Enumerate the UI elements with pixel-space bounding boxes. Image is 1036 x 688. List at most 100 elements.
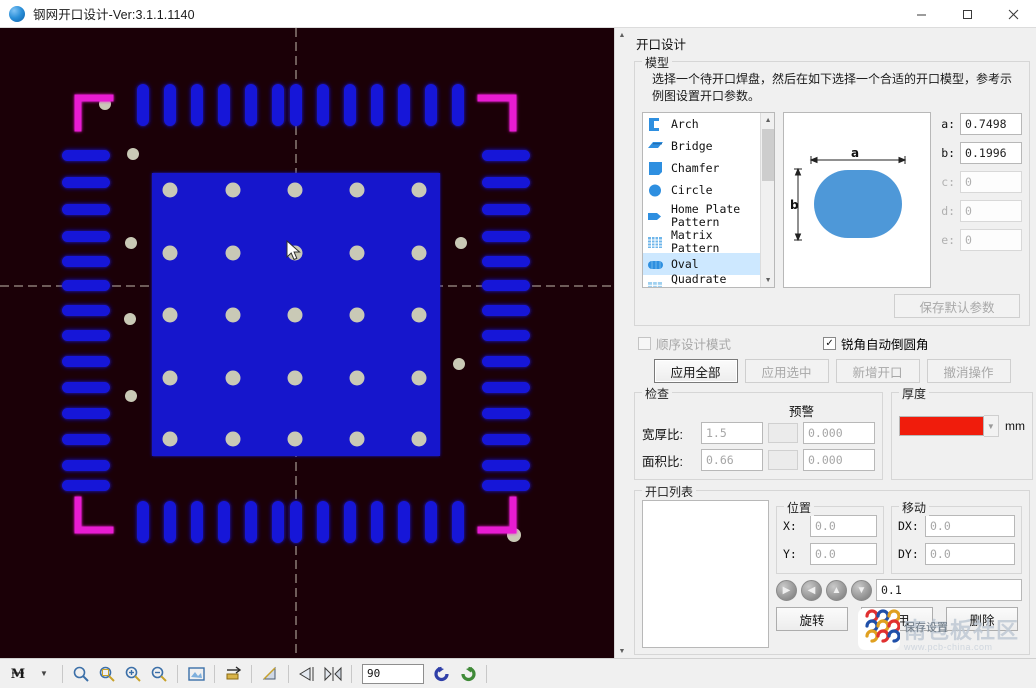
model-list-scrollbar[interactable]: ▲ ▼ [760, 113, 775, 287]
move-group-label: 移动 [899, 499, 930, 516]
sequence-mode-checkbox[interactable]: 顺序设计模式 [638, 334, 731, 353]
maximize-button[interactable] [944, 0, 990, 28]
model-scroll-thumb[interactable] [762, 129, 775, 181]
arrow-right-icon[interactable]: ▶ [776, 579, 797, 601]
model-item-quadrate-grid[interactable]: Quadrate Grid [643, 273, 760, 287]
minimize-button[interactable] [898, 0, 944, 28]
thickness-color-combo[interactable]: ▼ mm [899, 415, 1025, 437]
model-item-circle[interactable]: Circle [643, 179, 760, 201]
move-dy-row: DY: 0.0 [898, 543, 1015, 565]
width-thickness-value[interactable]: 1.5 [701, 422, 763, 444]
model-scroll-down-icon[interactable]: ▼ [761, 273, 775, 287]
check-row-width-thickness: 宽厚比: 1.5 0.000 [642, 422, 875, 444]
position-y-input[interactable]: 0.0 [810, 543, 877, 565]
apply-all-button[interactable]: 应用全部 [653, 359, 738, 383]
width-thickness-warn-value[interactable]: 0.000 [803, 422, 875, 444]
fit-view-icon[interactable] [184, 662, 208, 686]
delete-button[interactable]: 删除 [946, 607, 1018, 631]
arrow-down-icon[interactable]: ▼ [851, 579, 872, 601]
opening-list-group: 开口列表 位置 X: 0.0 Y: 0.0 移动 DX: 0.0 DY: 0.0… [634, 483, 1030, 655]
move-dy-input[interactable]: 0.0 [925, 543, 1015, 565]
model-item-matrix-pattern[interactable]: Matrix Pattern [643, 229, 760, 255]
model-item-home-plate-pattern[interactable]: Home Plate Pattern [643, 201, 760, 231]
nudge-step-input[interactable]: 0.1 [876, 579, 1022, 601]
measure-m-icon[interactable]: M [6, 662, 30, 686]
rotate-button[interactable]: 旋转 [776, 607, 848, 631]
position-x-input[interactable]: 0.0 [810, 515, 877, 537]
width-thickness-warn-button[interactable] [768, 423, 798, 443]
stencil-canvas[interactable]: ▲ ▼ [0, 28, 628, 658]
model-group-label: 模型 [642, 54, 673, 71]
model-item-arch[interactable]: Arch [643, 113, 760, 135]
undo-button[interactable]: 撤消操作 [926, 359, 1011, 383]
thickness-group-label: 厚度 [899, 385, 930, 402]
param-label-d: d: [941, 204, 956, 218]
sequence-mode-checkbox-box [638, 337, 651, 350]
opening-listbox[interactable] [642, 500, 769, 648]
parameter-fields: a: 0.7498 b: 0.1996 c: 0 d: 0 e: 0 [941, 112, 1022, 288]
mirror-horizontal-icon[interactable] [295, 662, 319, 686]
zoom-out-icon[interactable] [147, 662, 171, 686]
model-group: 模型 选择一个待开口焊盘，然后在如下选择一个合适的开口模型，参考示例图设置开口参… [634, 54, 1030, 326]
rotate-cw-icon[interactable] [456, 662, 480, 686]
auto-fillet-checkbox[interactable]: ✓ 锐角自动倒圆角 [823, 334, 929, 353]
param-row-c: c: 0 [941, 170, 1022, 194]
rotation-input[interactable]: 90 [362, 663, 424, 684]
position-y-label: Y: [783, 547, 797, 561]
zoom-window-icon[interactable] [95, 662, 119, 686]
model-scroll-up-icon[interactable]: ▲ [761, 113, 775, 127]
scroll-down-arrow-icon[interactable]: ▼ [615, 644, 628, 658]
area-ratio-value[interactable]: 0.66 [701, 449, 763, 471]
param-input-a[interactable]: 0.7498 [960, 113, 1022, 135]
area-ratio-warn-value[interactable]: 0.000 [803, 449, 875, 471]
position-group-label: 位置 [784, 499, 815, 516]
rotate-ccw-icon[interactable] [430, 662, 454, 686]
area-ratio-warn-button[interactable] [768, 450, 798, 470]
apply-button[interactable]: 应用 [861, 607, 933, 631]
scroll-up-arrow-icon[interactable]: ▲ [615, 28, 628, 42]
arrow-left-icon[interactable]: ◀ [801, 579, 822, 601]
panel-title: 开口设计 [636, 38, 687, 52]
thickness-color-swatch [899, 416, 984, 436]
model-item-chamfer[interactable]: Chamfer [643, 157, 760, 179]
flip-diagonal-icon[interactable] [258, 662, 282, 686]
model-listbox[interactable]: Arch Bridge Chamfer Circle Home Plate Pa… [642, 112, 776, 288]
close-button[interactable] [990, 0, 1036, 28]
param-input-d[interactable]: 0 [960, 200, 1022, 222]
param-label-e: e: [941, 233, 956, 247]
align-icon[interactable] [221, 662, 245, 686]
auto-fillet-checkbox-box: ✓ [823, 337, 837, 350]
chevron-down-icon[interactable]: ▼ [983, 415, 999, 437]
thickness-group: 厚度 ▼ mm [891, 385, 1033, 480]
zoom-in-icon[interactable] [121, 662, 145, 686]
param-input-e[interactable]: 0 [960, 229, 1022, 251]
arrow-up-icon[interactable]: ▲ [826, 579, 847, 601]
param-row-b: b: 0.1996 [941, 141, 1022, 165]
canvas-vertical-scrollbar[interactable]: ▲ ▼ [614, 28, 628, 658]
apply-selected-button[interactable]: 应用选中 [744, 359, 829, 383]
model-item-bridge[interactable]: Bridge [643, 135, 760, 157]
check-group-label: 检查 [642, 385, 673, 402]
circle-icon [649, 184, 661, 196]
check-thickness-row: 检查 预警 宽厚比: 1.5 0.000 面积比: 0.66 0.000 厚度 … [634, 383, 1033, 480]
toolbar-separator-2 [177, 664, 178, 683]
model-preview: a b [783, 112, 932, 288]
check-group: 检查 预警 宽厚比: 1.5 0.000 面积比: 0.66 0.000 [634, 385, 883, 480]
zoom-icon[interactable] [69, 662, 93, 686]
dropdown-caret-icon[interactable]: ▼ [32, 662, 56, 686]
window-controls [898, 0, 1036, 28]
auto-fillet-label: 锐角自动倒圆角 [841, 338, 929, 352]
mirror-vertical-icon[interactable] [321, 662, 345, 686]
thickness-unit-label: mm [1005, 419, 1025, 433]
preview-dim-b-label: b [790, 198, 799, 212]
move-dx-input[interactable]: 0.0 [925, 515, 1015, 537]
arch-icon [649, 117, 659, 131]
param-input-b[interactable]: 0.1996 [960, 142, 1022, 164]
add-opening-button[interactable]: 新增开口 [835, 359, 920, 383]
param-input-c[interactable]: 0 [960, 171, 1022, 193]
save-default-params-button[interactable]: 保存默认参数 [894, 294, 1020, 318]
param-label-c: c: [941, 175, 956, 189]
svg-text:M: M [11, 667, 25, 682]
warning-header: 预警 [788, 405, 814, 419]
move-dx-row: DX: 0.0 [898, 515, 1015, 537]
